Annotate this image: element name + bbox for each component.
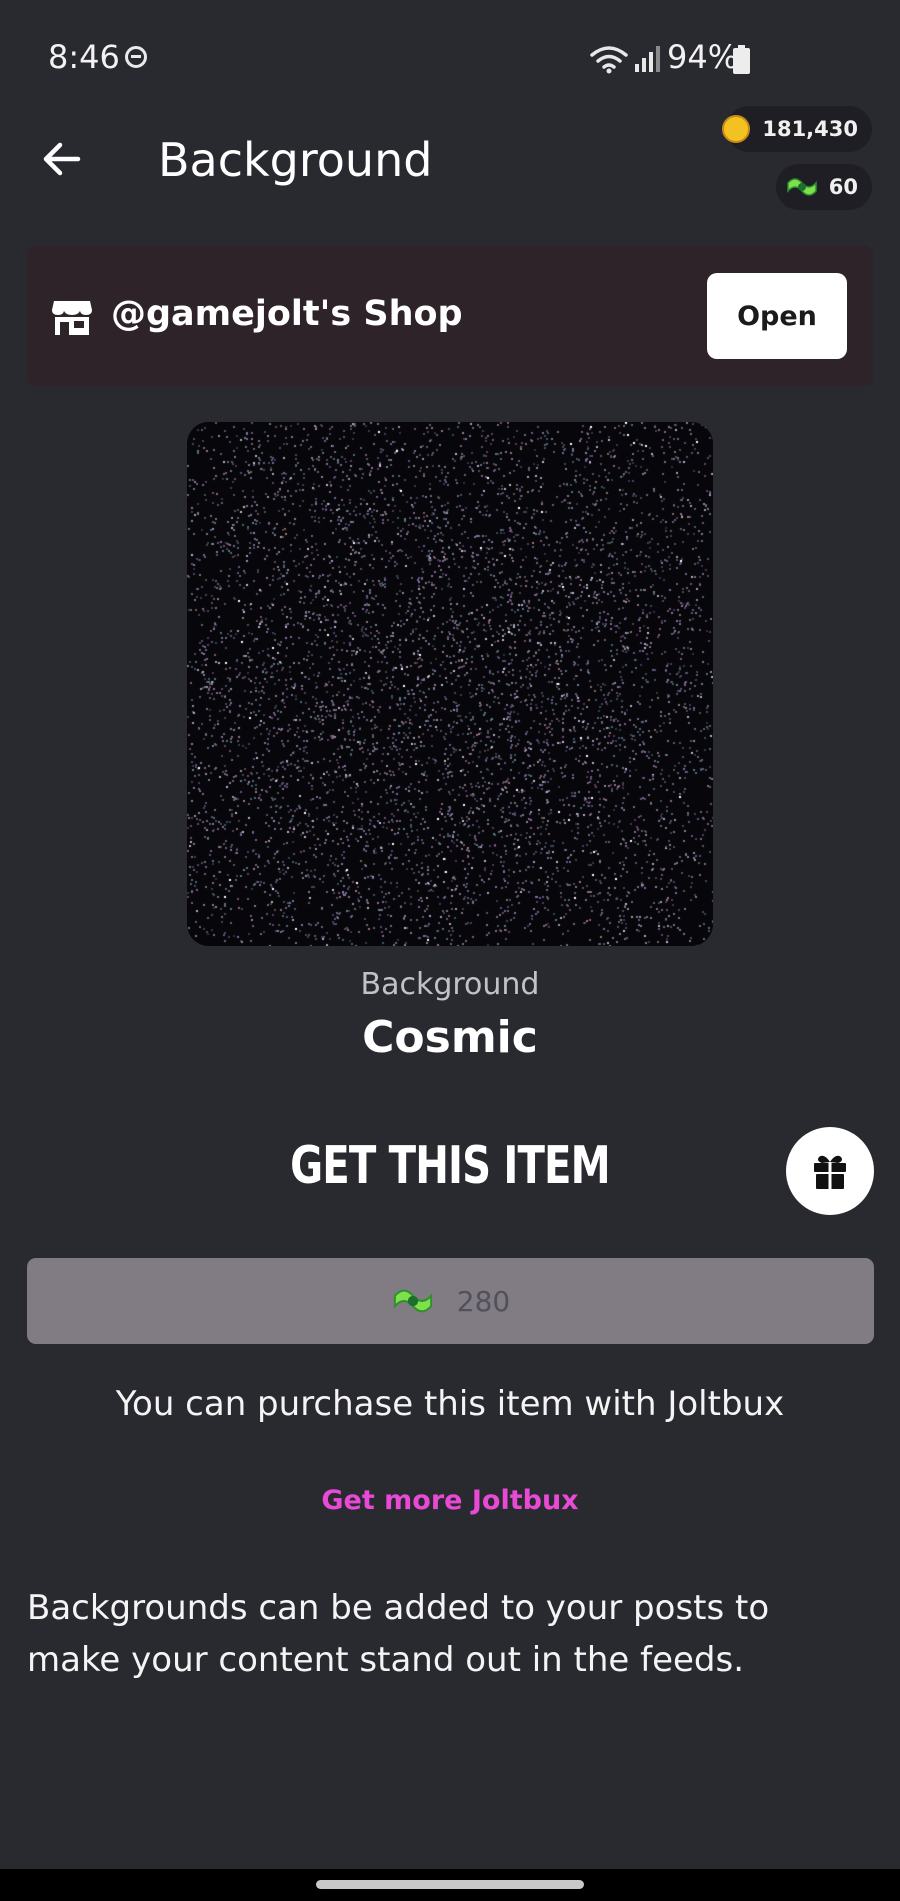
joltbux-value: 60 — [828, 175, 858, 199]
joltbux-icon — [787, 178, 817, 196]
gift-icon — [814, 1155, 846, 1189]
price-value: 280 — [456, 1284, 511, 1318]
coins-value: 181,430 — [762, 117, 858, 141]
purchase-note: You can purchase this item with Joltbux — [115, 1384, 785, 1424]
page-title: Background — [158, 133, 433, 187]
gift-button[interactable] — [786, 1127, 874, 1215]
signal-icon — [635, 46, 660, 72]
status-time: 8:46 — [48, 38, 120, 76]
item-preview-image — [187, 422, 713, 946]
joltbux-icon — [393, 1289, 432, 1313]
get-item-heading: GET THIS ITEM — [290, 1136, 611, 1196]
coins-balance[interactable]: 181,430 — [722, 106, 872, 152]
coin-icon — [722, 115, 751, 143]
wifi-icon — [590, 46, 628, 74]
store-icon — [52, 301, 92, 335]
open-shop-button[interactable]: Open — [707, 273, 847, 359]
do-not-disturb-icon — [125, 46, 147, 68]
buy-with-joltbux-button[interactable]: 280 — [27, 1258, 874, 1344]
home-indicator[interactable] — [316, 1880, 584, 1889]
battery-icon — [733, 45, 750, 74]
shop-name: @gamejolt's Shop — [111, 294, 463, 334]
back-arrow-icon[interactable] — [38, 135, 86, 183]
get-more-joltbux-link[interactable]: Get more Joltbux — [0, 1485, 900, 1516]
item-name: Cosmic — [362, 1012, 538, 1063]
battery-percentage: 94% — [667, 38, 739, 76]
joltbux-balance[interactable]: 60 — [776, 164, 872, 210]
item-type: Background — [360, 967, 540, 1002]
item-description: Backgrounds can be added to your posts t… — [27, 1588, 770, 1680]
